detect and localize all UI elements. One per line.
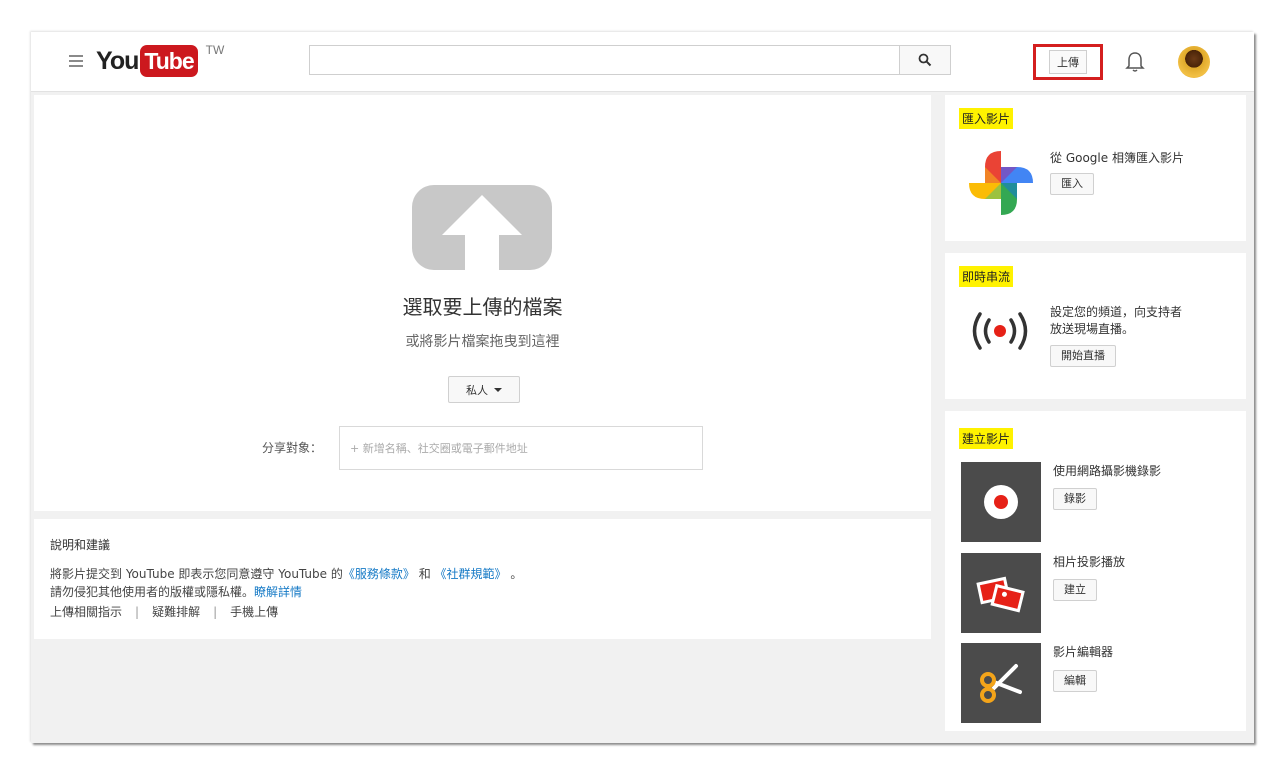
import-button[interactable]: 匯入 — [1050, 173, 1094, 195]
help-panel: 說明和建議 將影片提交到 YouTube 即表示您同意遵守 YouTube 的《… — [34, 519, 931, 639]
masthead: You Tube TW 上傳 — [31, 32, 1254, 92]
card-title: 匯入影片 — [959, 108, 1014, 129]
drag-hint: 或將影片檔案拖曳到這裡 — [405, 334, 560, 350]
editor-thumb[interactable] — [961, 643, 1041, 723]
browser-window: You Tube TW 上傳 選取要上傳的檔案 或將影片檔案拖曳到這裡 私人 分… — [31, 32, 1254, 743]
slideshow-icon — [976, 576, 1025, 613]
learn-more-link[interactable]: 瞭解詳情 — [254, 585, 302, 599]
edit-button[interactable]: 編輯 — [1053, 670, 1097, 692]
menu-icon[interactable] — [69, 55, 83, 67]
youtube-logo[interactable]: You Tube TW — [96, 43, 225, 77]
logo-you-text: You — [96, 47, 139, 75]
slideshow-text: 相片投影播放 — [1053, 555, 1126, 569]
record-icon — [984, 485, 1018, 519]
create-card: 建立影片 使用網路攝影機錄影 錄影 相片投影播放 建立 影片編輯器 編輯 — [945, 411, 1246, 731]
go-live-button[interactable]: 開始直播 — [1050, 345, 1116, 367]
copyright-line: 請勿侵犯其他使用者的版權或隱私權。瞭解詳情 — [50, 583, 915, 601]
upload-panel: 選取要上傳的檔案 或將影片檔案拖曳到這裡 私人 分享對象： — [34, 95, 931, 511]
record-button[interactable]: 錄影 — [1053, 488, 1097, 510]
search-icon — [918, 53, 932, 67]
guidelines-link[interactable]: 《社群規範》 — [435, 567, 507, 581]
scissors-icon — [980, 664, 1022, 703]
help-link-instructions[interactable]: 上傳相關指示 — [50, 603, 122, 621]
logo-tube-text: Tube — [140, 45, 198, 77]
logo-country-code: TW — [205, 43, 225, 57]
webcam-thumb[interactable] — [961, 462, 1041, 542]
terms-line: 將影片提交到 YouTube 即表示您同意遵守 YouTube 的《服務條款》 … — [50, 565, 915, 583]
search-button[interactable] — [899, 45, 951, 75]
live-text-1: 設定您的頻道，向支持者 — [1050, 305, 1183, 319]
copyright-text: 請勿侵犯其他使用者的版權或隱私權。 — [50, 585, 255, 599]
slideshow-thumb[interactable] — [961, 553, 1041, 633]
privacy-value: 私人 — [466, 383, 488, 397]
broadcast-icon — [972, 312, 1028, 350]
import-card: 匯入影片 從 Google 相簿匯入影片 匯入 — [945, 95, 1246, 241]
help-title: 說明和建議 — [50, 538, 111, 552]
import-text: 從 Google 相簿匯入影片 — [1050, 151, 1184, 165]
card-title: 建立影片 — [959, 428, 1014, 449]
terms-text: 將影片提交到 YouTube 即表示您同意遵守 YouTube 的 — [50, 567, 343, 581]
share-input[interactable] — [339, 426, 703, 470]
privacy-select[interactable]: 私人 — [448, 376, 520, 403]
editor-text: 影片編輯器 — [1053, 645, 1114, 659]
tos-link[interactable]: 《服務條款》 — [343, 567, 415, 581]
bell-icon[interactable] — [1124, 50, 1146, 74]
upload-title: 選取要上傳的檔案 — [402, 295, 563, 319]
upload-arrow-icon[interactable] — [412, 185, 552, 270]
upload-button-label: 上傳 — [1049, 50, 1087, 74]
card-title: 即時串流 — [959, 266, 1014, 287]
help-links: 上傳相關指示 | 疑難排解 | 手機上傳 — [50, 603, 915, 621]
chevron-down-icon — [494, 387, 502, 392]
help-link-mobile[interactable]: 手機上傳 — [230, 603, 278, 621]
live-card: 即時串流 設定您的頻道，向支持者 放送現場直播。 開始直播 — [945, 253, 1246, 399]
share-label: 分享對象： — [262, 441, 323, 455]
help-link-troubleshoot[interactable]: 疑難排解 — [152, 603, 200, 621]
terms-and: 和 — [418, 567, 431, 581]
webcam-text: 使用網路攝影機錄影 — [1053, 464, 1162, 478]
terms-end: 。 — [510, 567, 523, 581]
live-text-2: 放送現場直播。 — [1050, 322, 1135, 336]
upload-button[interactable]: 上傳 — [1033, 44, 1103, 80]
google-photos-icon — [969, 151, 1033, 215]
search-input[interactable] — [309, 45, 899, 75]
separator: | — [135, 605, 140, 619]
create-button[interactable]: 建立 — [1053, 579, 1097, 601]
avatar[interactable] — [1178, 46, 1210, 78]
separator: | — [213, 605, 218, 619]
